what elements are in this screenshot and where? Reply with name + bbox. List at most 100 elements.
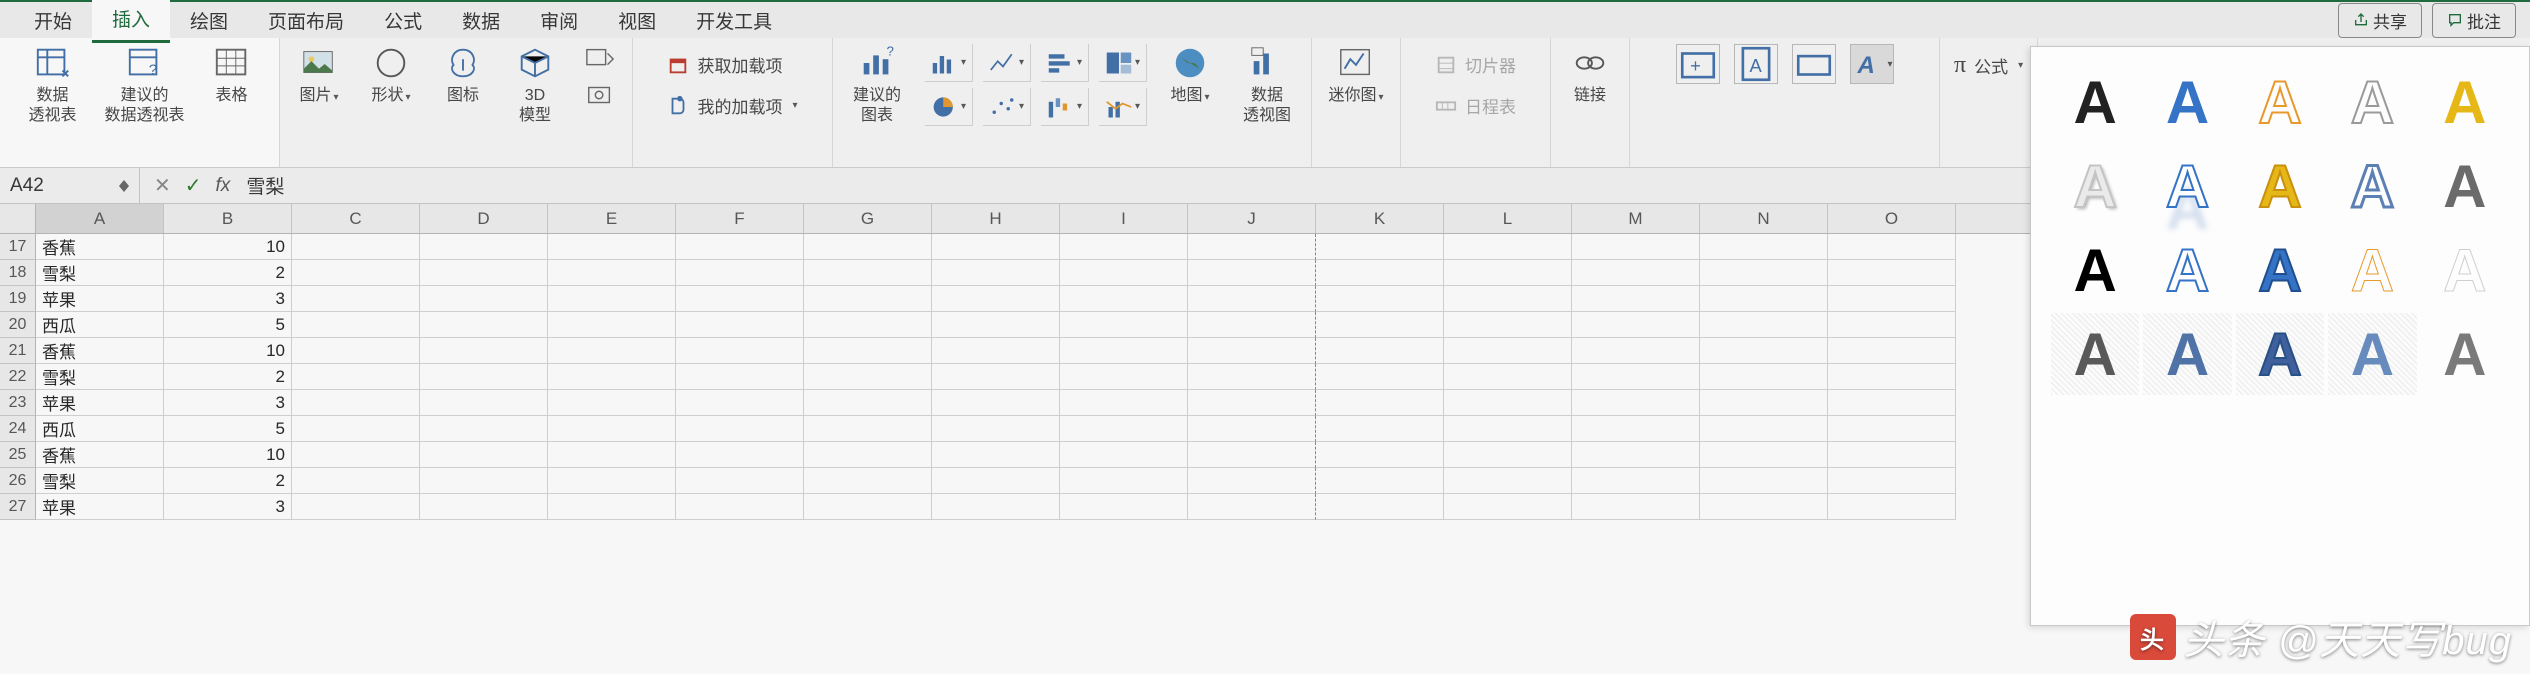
cell[interactable] xyxy=(1060,416,1188,442)
cell[interactable] xyxy=(804,494,932,520)
cell[interactable] xyxy=(1572,338,1700,364)
3d-model-button[interactable]: 3D 模型 xyxy=(506,44,564,126)
cell[interactable] xyxy=(1572,442,1700,468)
cell[interactable] xyxy=(1188,338,1316,364)
column-header[interactable]: K xyxy=(1316,204,1444,233)
cell[interactable] xyxy=(932,260,1060,286)
cell[interactable] xyxy=(932,234,1060,260)
column-header[interactable]: F xyxy=(676,204,804,233)
header-footer-button[interactable]: A xyxy=(1734,44,1778,84)
cell[interactable] xyxy=(1700,468,1828,494)
cell[interactable] xyxy=(548,390,676,416)
cell[interactable]: 西瓜 xyxy=(36,416,164,442)
cell[interactable] xyxy=(1060,494,1188,520)
tab-pagelayout[interactable]: 页面布局 xyxy=(248,0,364,42)
wordart-style[interactable]: A xyxy=(2421,313,2509,395)
row-header[interactable]: 21 xyxy=(0,338,36,364)
row-header[interactable]: 19 xyxy=(0,286,36,312)
cell[interactable]: 10 xyxy=(164,234,292,260)
cell[interactable] xyxy=(1828,468,1956,494)
cell[interactable]: 西瓜 xyxy=(36,312,164,338)
cell[interactable] xyxy=(1444,338,1572,364)
picture-button[interactable]: 图片▾ xyxy=(290,44,348,106)
cell[interactable] xyxy=(1316,312,1444,338)
column-header[interactable]: D xyxy=(420,204,548,233)
cell[interactable] xyxy=(1828,234,1956,260)
cell[interactable] xyxy=(1444,416,1572,442)
cell[interactable] xyxy=(1188,234,1316,260)
row-header[interactable]: 17 xyxy=(0,234,36,260)
wordart-style[interactable]: A xyxy=(2421,229,2509,311)
cell[interactable] xyxy=(804,442,932,468)
cell[interactable]: 2 xyxy=(164,468,292,494)
cell[interactable] xyxy=(932,286,1060,312)
row-header[interactable]: 23 xyxy=(0,390,36,416)
waterfall-chart-button[interactable]: ▾ xyxy=(1041,88,1089,126)
cell[interactable] xyxy=(1316,338,1444,364)
wordart-style[interactable]: A xyxy=(2051,145,2139,227)
cell[interactable] xyxy=(1700,286,1828,312)
cancel-formula-button[interactable]: ✕ xyxy=(154,173,171,198)
cell[interactable] xyxy=(1444,442,1572,468)
tab-home[interactable]: 开始 xyxy=(14,0,92,42)
bar-chart-button[interactable]: ▾ xyxy=(1041,44,1089,82)
cell[interactable] xyxy=(1316,364,1444,390)
my-addins-button[interactable]: 我的加载项▾ xyxy=(663,91,801,120)
cell[interactable] xyxy=(1316,468,1444,494)
cell[interactable] xyxy=(1700,260,1828,286)
wordart-style[interactable]: A xyxy=(2421,145,2509,227)
cell[interactable] xyxy=(1444,364,1572,390)
cell[interactable] xyxy=(932,468,1060,494)
cell[interactable]: 香蕉 xyxy=(36,338,164,364)
cell[interactable] xyxy=(1572,416,1700,442)
cell[interactable]: 10 xyxy=(164,442,292,468)
cell[interactable] xyxy=(1828,416,1956,442)
cell[interactable] xyxy=(292,364,420,390)
cell[interactable] xyxy=(420,364,548,390)
cell[interactable] xyxy=(1188,468,1316,494)
row-header[interactable]: 26 xyxy=(0,468,36,494)
line-chart-button[interactable]: ▾ xyxy=(983,44,1031,82)
wordart-style[interactable]: A xyxy=(2051,229,2139,311)
cell[interactable] xyxy=(420,468,548,494)
column-header[interactable]: M xyxy=(1572,204,1700,233)
cell[interactable] xyxy=(420,286,548,312)
wordart-style[interactable]: A xyxy=(2143,229,2231,311)
cell[interactable] xyxy=(1060,442,1188,468)
cell[interactable] xyxy=(1188,416,1316,442)
cell[interactable] xyxy=(548,312,676,338)
cell[interactable]: 3 xyxy=(164,390,292,416)
cell[interactable] xyxy=(1828,390,1956,416)
cell[interactable] xyxy=(1060,234,1188,260)
wordart-style[interactable]: A xyxy=(2236,145,2324,227)
cell[interactable] xyxy=(420,312,548,338)
cell[interactable] xyxy=(1060,312,1188,338)
share-button[interactable]: 共享 xyxy=(2338,3,2422,38)
wordart-style[interactable]: A xyxy=(2328,229,2416,311)
cell[interactable] xyxy=(548,260,676,286)
cell[interactable] xyxy=(676,234,804,260)
cell[interactable] xyxy=(1060,260,1188,286)
wordart-style[interactable]: A xyxy=(2328,313,2416,395)
column-header[interactable]: B xyxy=(164,204,292,233)
cell[interactable] xyxy=(804,260,932,286)
column-header[interactable]: N xyxy=(1700,204,1828,233)
cell[interactable]: 苹果 xyxy=(36,390,164,416)
wordart-button[interactable]: A▾ xyxy=(1850,44,1894,84)
cell[interactable]: 5 xyxy=(164,312,292,338)
row-header[interactable]: 27 xyxy=(0,494,36,520)
cell[interactable] xyxy=(292,494,420,520)
cell[interactable]: 3 xyxy=(164,494,292,520)
recommended-pivot-button[interactable]: ? 建议的 数据透视表 xyxy=(101,44,189,126)
cell[interactable] xyxy=(1572,312,1700,338)
cell[interactable] xyxy=(676,338,804,364)
smartart-button[interactable] xyxy=(578,44,622,110)
cell[interactable] xyxy=(1572,468,1700,494)
cell[interactable] xyxy=(1444,494,1572,520)
wordart-style[interactable]: A xyxy=(2328,145,2416,227)
cell[interactable] xyxy=(420,234,548,260)
recommended-charts-button[interactable]: ? 建议的 图表 xyxy=(843,44,911,126)
shapes-button[interactable]: 形状▾ xyxy=(362,44,420,106)
wordart-style[interactable]: A xyxy=(2236,229,2324,311)
wordart-style[interactable]: A xyxy=(2143,313,2231,395)
